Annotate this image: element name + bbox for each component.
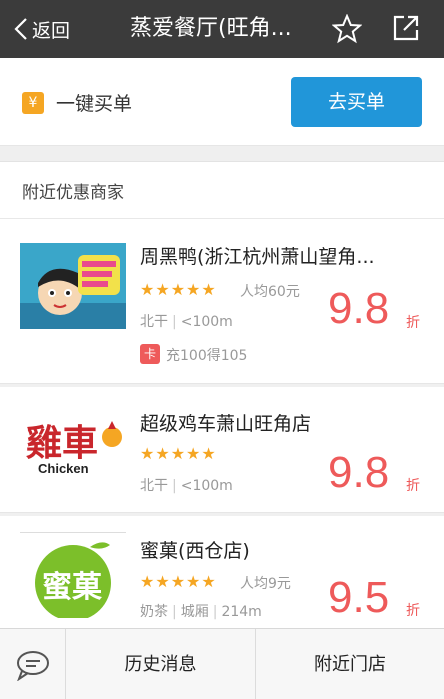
merchant-meta: 奶茶 | 城厢 | 214m: [140, 604, 262, 620]
star-outline-icon[interactable]: [332, 14, 362, 44]
merchant-meta: 北干 | <100m: [140, 314, 233, 330]
discount-unit: 折: [406, 478, 420, 494]
average-price: 人均9元: [240, 576, 291, 592]
merchant-thumbnail: [20, 243, 126, 329]
rating-stars: ★★★★★: [140, 280, 217, 299]
merchant-item[interactable]: 雞車 Chicken 超级鸡车萧山旺角店 ★★★★★ 北干 | <100m 9.8 …: [0, 387, 444, 512]
nearby-stores-tab[interactable]: 附近门店: [256, 629, 444, 699]
quick-pay-bar: ¥ 一键买单 去买单: [0, 58, 444, 146]
logo-sub-text: Chicken: [38, 461, 89, 476]
merchant-name: 周黑鸭(浙江杭州萧山望角...: [140, 246, 375, 268]
section-separator: [0, 146, 444, 162]
merchant-meta: 北干 | <100m: [140, 478, 233, 494]
merchant-name: 蜜菓(西仓店): [140, 540, 250, 562]
area-label: 北干: [140, 314, 168, 330]
merchant-item[interactable]: 蜜菓 蜜菓(西仓店) ★★★★★ 人均9元 奶茶 | 城厢 | 214m 9.5 折: [0, 516, 444, 628]
chevron-left-icon: [14, 18, 27, 40]
merchant-name: 超级鸡车萧山旺角店: [140, 413, 312, 435]
logo-text: 蜜菓: [42, 570, 103, 605]
merchant-logo: 雞車 Chicken: [20, 403, 126, 489]
logo-text: 雞車: [26, 422, 98, 464]
chat-bubble-icon: [17, 651, 49, 681]
section-title: 附近优惠商家: [22, 183, 124, 203]
discount-value: 9.8: [328, 284, 390, 333]
distance-label: <100m: [180, 478, 233, 494]
rating-stars: ★★★★★: [140, 444, 217, 463]
history-messages-tab[interactable]: 历史消息: [66, 629, 256, 699]
rating-stars: ★★★★★: [140, 572, 217, 591]
share-external-icon[interactable]: [392, 14, 420, 42]
distance-label: 214m: [221, 604, 262, 620]
card-promo-icon: 卡: [140, 344, 160, 364]
discount-value: 9.8: [328, 448, 390, 497]
promo-text: 充100得105: [166, 348, 248, 364]
discount-unit: 折: [406, 315, 420, 331]
area-label: 城厢: [180, 604, 209, 620]
category-label: 奶茶: [140, 604, 168, 620]
area-label: 北干: [140, 478, 168, 494]
page-title: 蒸爱餐厅(旺角...: [130, 16, 292, 41]
go-pay-button[interactable]: 去买单: [291, 77, 422, 127]
chat-button[interactable]: [0, 629, 66, 699]
back-button[interactable]: 返回: [14, 14, 70, 44]
quick-pay-label: 一键买单: [56, 93, 133, 115]
merchant-item[interactable]: 周黑鸭(浙江杭州萧山望角... ★★★★★ 人均60元 北干 | <100m 9.8…: [0, 219, 444, 383]
average-price: 人均60元: [240, 284, 300, 300]
bottom-bar: 历史消息 附近门店: [0, 628, 444, 699]
discount-unit: 折: [406, 603, 420, 619]
distance-label: <100m: [180, 314, 233, 330]
top-nav-bar: 返回 蒸爱餐厅(旺角...: [0, 0, 444, 58]
back-label: 返回: [32, 19, 71, 42]
discount-value: 9.5: [328, 573, 390, 622]
yen-icon: ¥: [22, 92, 44, 114]
merchant-logo: 蜜菓: [20, 532, 126, 618]
